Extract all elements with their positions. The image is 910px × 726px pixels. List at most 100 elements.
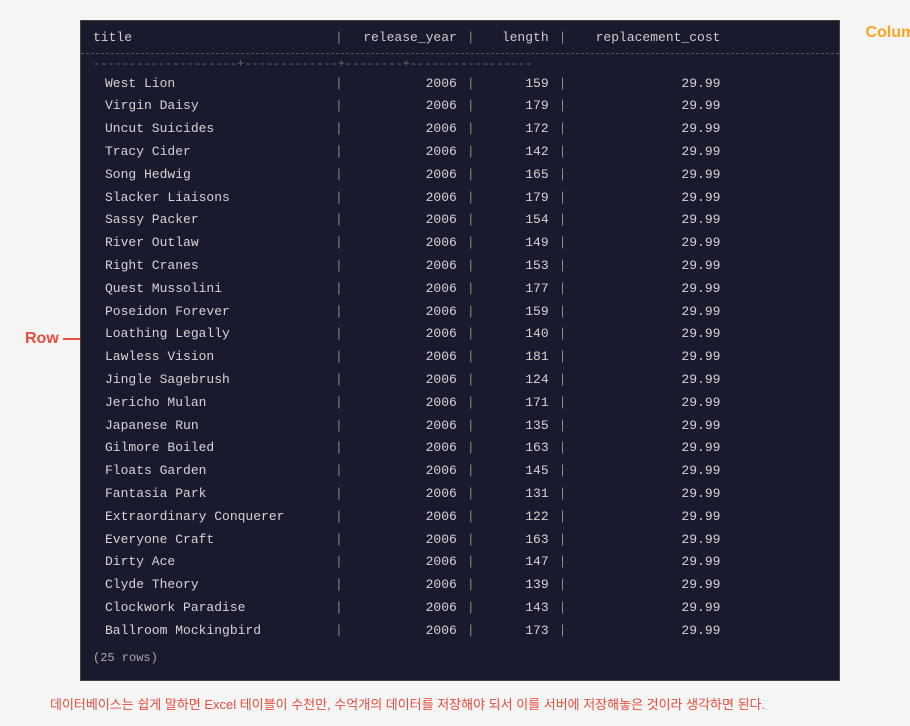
cell-year: 2006 <box>345 530 465 551</box>
column-annotation: Column <box>865 24 910 42</box>
table-row: Floats Garden | 2006 | 145 | 29.99 <box>81 460 839 483</box>
cell-cost: 29.99 <box>568 256 728 277</box>
cell-cost: 29.99 <box>568 438 728 459</box>
cell-title: Dirty Ace <box>93 552 333 573</box>
cell-title: Virgin Daisy <box>93 96 333 117</box>
table-row: Loathing Legally | 2006 | 140 | 29.99 <box>81 323 839 346</box>
header-release-year: release_year <box>345 28 465 49</box>
cell-cost: 29.99 <box>568 484 728 505</box>
cell-length: 122 <box>477 507 557 528</box>
table-row: Right Cranes | 2006 | 153 | 29.99 <box>81 255 839 278</box>
cell-title: Tracy Cider <box>93 142 333 163</box>
cell-length: 154 <box>477 210 557 231</box>
cell-year: 2006 <box>345 96 465 117</box>
cell-year: 2006 <box>345 279 465 300</box>
cell-year: 2006 <box>345 142 465 163</box>
table-row: Virgin Daisy | 2006 | 179 | 29.99 <box>81 95 839 118</box>
cell-year: 2006 <box>345 416 465 437</box>
cell-length: 181 <box>477 347 557 368</box>
cell-cost: 29.99 <box>568 416 728 437</box>
cell-cost: 29.99 <box>568 552 728 573</box>
table-row: Clyde Theory | 2006 | 139 | 29.99 <box>81 574 839 597</box>
cell-cost: 29.99 <box>568 142 728 163</box>
cell-length: 171 <box>477 393 557 414</box>
cell-year: 2006 <box>345 188 465 209</box>
cell-year: 2006 <box>345 119 465 140</box>
cell-length: 163 <box>477 438 557 459</box>
cell-year: 2006 <box>345 256 465 277</box>
cell-year: 2006 <box>345 74 465 95</box>
table-row: Jingle Sagebrush | 2006 | 124 | 29.99 <box>81 369 839 392</box>
cell-year: 2006 <box>345 438 465 459</box>
cell-title: Clyde Theory <box>93 575 333 596</box>
cell-length: 145 <box>477 461 557 482</box>
cell-cost: 29.99 <box>568 598 728 619</box>
cell-cost: 29.99 <box>568 461 728 482</box>
cell-cost: 29.99 <box>568 302 728 323</box>
cell-length: 173 <box>477 621 557 642</box>
table-row: Jericho Mulan | 2006 | 171 | 29.99 <box>81 392 839 415</box>
cell-length: 135 <box>477 416 557 437</box>
cell-title: Ballroom Mockingbird <box>93 621 333 642</box>
table-row: Tracy Cider | 2006 | 142 | 29.99 <box>81 141 839 164</box>
table-content: title | release_year | length | replacem… <box>81 21 839 680</box>
cell-title: Uncut Suicides <box>93 119 333 140</box>
cell-title: Poseidon Forever <box>93 302 333 323</box>
cell-length: 131 <box>477 484 557 505</box>
cell-length: 172 <box>477 119 557 140</box>
cell-year: 2006 <box>345 575 465 596</box>
cell-year: 2006 <box>345 598 465 619</box>
cell-year: 2006 <box>345 370 465 391</box>
cell-title: Slacker Liaisons <box>93 188 333 209</box>
data-rows-container: West Lion | 2006 | 159 | 29.99 Virgin Da… <box>81 73 839 643</box>
cell-length: 124 <box>477 370 557 391</box>
cell-length: 140 <box>477 324 557 345</box>
cell-length: 159 <box>477 74 557 95</box>
table-row: Everyone Craft | 2006 | 163 | 29.99 <box>81 529 839 552</box>
cell-title: Floats Garden <box>93 461 333 482</box>
cell-length: 149 <box>477 233 557 254</box>
cell-year: 2006 <box>345 552 465 573</box>
cell-cost: 29.99 <box>568 96 728 117</box>
table-row: Ballroom Mockingbird | 2006 | 173 | 29.9… <box>81 620 839 643</box>
table-row: Extraordinary Conquerer | 2006 | 122 | 2… <box>81 506 839 529</box>
cell-year: 2006 <box>345 302 465 323</box>
table-row: Quest Mussolini | 2006 | 177 | 29.99 <box>81 278 839 301</box>
cell-cost: 29.99 <box>568 347 728 368</box>
cell-cost: 29.99 <box>568 210 728 231</box>
cell-title: Everyone Craft <box>93 530 333 551</box>
cell-title: Quest Mussolini <box>93 279 333 300</box>
cell-title: West Lion <box>93 74 333 95</box>
cell-title: Song Hedwig <box>93 165 333 186</box>
cell-cost: 29.99 <box>568 621 728 642</box>
table-row: Sassy Packer | 2006 | 154 | 29.99 <box>81 209 839 232</box>
cell-length: 177 <box>477 279 557 300</box>
cell-title: Right Cranes <box>93 256 333 277</box>
cell-year: 2006 <box>345 210 465 231</box>
table-row: Clockwork Paradise | 2006 | 143 | 29.99 <box>81 597 839 620</box>
cell-title: Gilmore Boiled <box>93 438 333 459</box>
cell-length: 139 <box>477 575 557 596</box>
table-row: Japanese Run | 2006 | 135 | 29.99 <box>81 415 839 438</box>
rows-count: (25 rows) <box>81 643 839 674</box>
cell-cost: 29.99 <box>568 233 728 254</box>
header-replacement-cost: replacement_cost <box>568 28 728 49</box>
cell-cost: 29.99 <box>568 74 728 95</box>
table-row: Lawless Vision | 2006 | 181 | 29.99 <box>81 346 839 369</box>
table-row: Song Hedwig | 2006 | 165 | 29.99 <box>81 164 839 187</box>
page-container: Column Row title | release_year | length <box>0 0 910 726</box>
cell-title: Extraordinary Conquerer <box>93 507 333 528</box>
cell-title: Jericho Mulan <box>93 393 333 414</box>
cell-year: 2006 <box>345 484 465 505</box>
table-row: Fantasia Park | 2006 | 131 | 29.99 <box>81 483 839 506</box>
cell-title: Japanese Run <box>93 416 333 437</box>
cell-length: 165 <box>477 165 557 186</box>
cell-length: 163 <box>477 530 557 551</box>
cell-title: Loathing Legally <box>93 324 333 345</box>
cell-length: 153 <box>477 256 557 277</box>
cell-title: Lawless Vision <box>93 347 333 368</box>
cell-title: Sassy Packer <box>93 210 333 231</box>
cell-cost: 29.99 <box>568 530 728 551</box>
cell-title: River Outlaw <box>93 233 333 254</box>
table-row: Gilmore Boiled | 2006 | 163 | 29.99 <box>81 437 839 460</box>
